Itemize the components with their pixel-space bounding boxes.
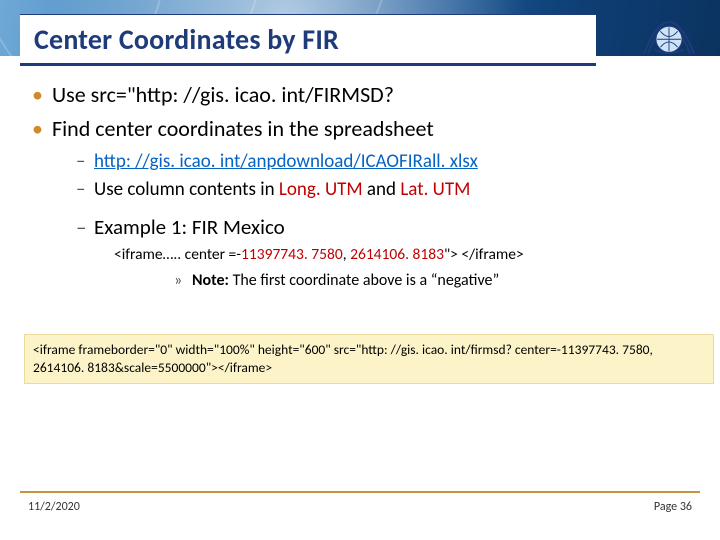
bullet-2-text: Find center coordinates in the spreadshe… bbox=[52, 115, 434, 142]
content-area: Use src="http: //gis. icao. int/FIRMSD? … bbox=[28, 80, 692, 296]
icao-logo bbox=[634, 2, 704, 62]
ex-pre: <iframe….. center =- bbox=[114, 245, 241, 264]
note-line: Note: The first coordinate above is a “n… bbox=[52, 270, 692, 292]
iframe-code-box: <iframe frameborder="0" width="100%" hei… bbox=[24, 334, 714, 384]
example-code: <iframe….. center =-11397743. 7580, 2614… bbox=[114, 245, 692, 266]
long-utm: Long. UTM bbox=[279, 178, 363, 201]
bullet-1-text: Use src="http: //gis. icao. int/FIRMSD? bbox=[52, 81, 394, 108]
note-pre: Note: bbox=[192, 271, 233, 290]
xlsx-link[interactable]: http: //gis. icao. int/anpdownload/ICAOF… bbox=[94, 150, 478, 173]
footer-page: Page 36 bbox=[654, 500, 692, 514]
example-heading-text: Example 1: FIR Mexico bbox=[94, 214, 285, 240]
sub-link: http: //gis. icao. int/anpdownload/ICAOF… bbox=[52, 149, 692, 175]
note-rest: The first coordinate above is a “negativ… bbox=[233, 271, 500, 290]
bullet-1: Use src="http: //gis. icao. int/FIRMSD? bbox=[28, 80, 692, 110]
slide: Center Coordinates by FIR Use src="http:… bbox=[0, 0, 720, 540]
ex-post: "> </iframe> bbox=[444, 245, 524, 264]
sub-cols-pre: Use column contents in bbox=[94, 178, 279, 201]
lat-utm: Lat. UTM bbox=[400, 178, 470, 201]
ex-n1: 11397743. 7580 bbox=[241, 245, 343, 264]
title-card: Center Coordinates by FIR bbox=[20, 14, 596, 66]
bullet-2: Find center coordinates in the spreadshe… bbox=[28, 114, 692, 292]
ex-n2: 2614106. 8183 bbox=[350, 245, 444, 264]
iframe-code-text: <iframe frameborder="0" width="100%" hei… bbox=[33, 341, 653, 376]
example-heading: Example 1: FIR Mexico bbox=[52, 213, 692, 241]
ex-sep: , bbox=[343, 245, 350, 264]
footer-rule bbox=[20, 491, 700, 493]
sub-columns: Use column contents in Long. UTM and Lat… bbox=[52, 177, 692, 203]
page-title: Center Coordinates by FIR bbox=[34, 22, 582, 57]
footer-date: 11/2/2020 bbox=[28, 500, 80, 514]
sub-cols-mid: and bbox=[363, 178, 401, 201]
